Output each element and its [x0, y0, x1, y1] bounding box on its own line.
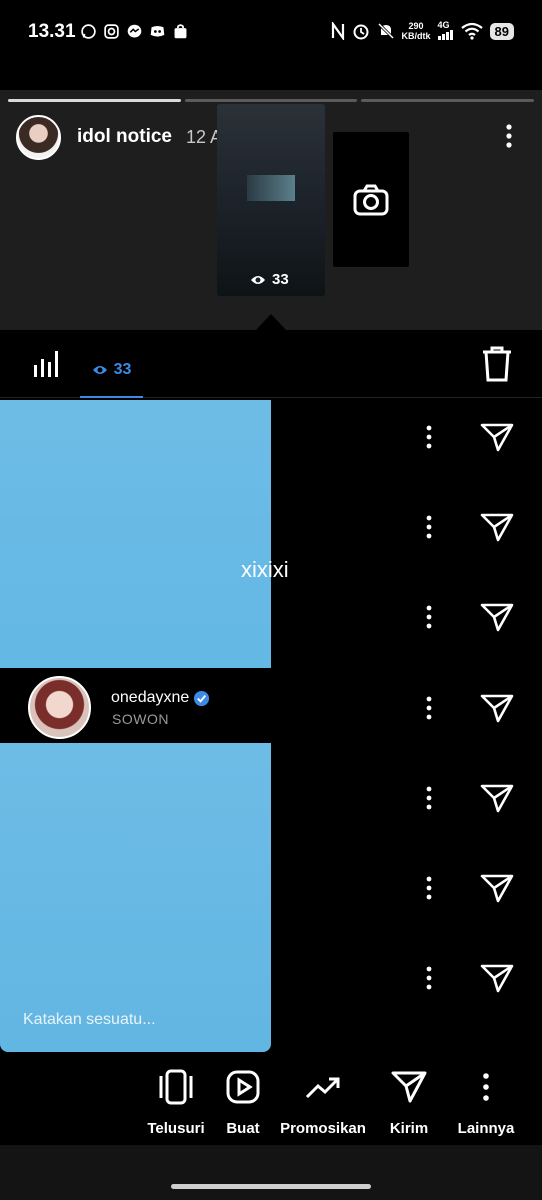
tab-viewers[interactable]: 33	[80, 344, 143, 398]
row-send-icon[interactable]	[480, 422, 514, 452]
shop-icon	[174, 24, 187, 39]
thumbnail-views-value: 33	[272, 271, 289, 288]
thumbnail-view-count: 33	[250, 271, 289, 288]
reply-avatar[interactable]	[28, 676, 91, 739]
row-more-icon[interactable]	[422, 424, 436, 450]
row-send-icon[interactable]	[480, 873, 514, 903]
story-avatar[interactable]	[16, 115, 61, 160]
action-promote-label: Promosikan	[280, 1120, 366, 1137]
network-speed: 290 KB/dtk	[402, 21, 431, 41]
status-bar: 13.31 290 KB/dtk 4G 89	[0, 0, 542, 66]
viewer-row-actions	[410, 506, 532, 546]
row-send-icon[interactable]	[480, 602, 514, 632]
alarm-icon	[353, 24, 369, 40]
trend-icon	[305, 1077, 340, 1099]
row-more-icon[interactable]	[422, 965, 436, 991]
more-icon	[483, 1073, 489, 1101]
send-icon	[391, 1071, 427, 1103]
action-more-label: Lainnya	[457, 1120, 515, 1137]
eye-icon	[92, 366, 107, 374]
browse-icon	[159, 1069, 193, 1105]
action-create[interactable]: Buat	[198, 1068, 288, 1137]
viewer-row-actions	[410, 596, 532, 636]
reply-preview-top[interactable]	[0, 400, 271, 668]
reply-message-text: xixixi	[241, 557, 289, 582]
create-icon	[226, 1070, 260, 1104]
network-speed-unit: KB/dtk	[401, 31, 431, 41]
viewer-row-actions	[410, 957, 532, 997]
mute-icon	[377, 22, 394, 40]
progress-segment	[361, 99, 535, 102]
row-send-icon[interactable]	[480, 693, 514, 723]
nfc-icon	[331, 22, 344, 40]
verified-badge-icon	[194, 690, 210, 706]
mobile-network: 4G	[437, 20, 454, 42]
action-more[interactable]: Lainnya	[441, 1068, 531, 1137]
row-more-icon[interactable]	[422, 875, 436, 901]
viewer-row-actions	[410, 777, 532, 817]
network-speed-value: 290	[408, 21, 424, 31]
status-time: 13.31	[28, 21, 76, 42]
more-options-icon[interactable]	[498, 122, 520, 150]
story-thumbnail-content	[247, 167, 295, 219]
network-type: 4G	[437, 20, 450, 30]
eye-icon	[251, 275, 265, 284]
reply-input[interactable]: Katakan sesuatu...	[23, 1011, 156, 1029]
story-progress	[8, 99, 535, 102]
action-promote[interactable]: Promosikan	[278, 1068, 368, 1137]
progress-segment	[184, 99, 358, 102]
story-username[interactable]: idol notice	[77, 126, 172, 148]
row-send-icon[interactable]	[480, 512, 514, 542]
row-send-icon[interactable]	[480, 783, 514, 813]
messenger-icon	[127, 24, 142, 38]
instagram-icon	[104, 24, 119, 39]
whatsapp-icon	[81, 24, 96, 39]
row-send-icon[interactable]	[480, 963, 514, 993]
navigation-strip	[0, 1145, 542, 1200]
action-create-label: Buat	[226, 1120, 260, 1137]
viewer-row-actions	[410, 867, 532, 907]
viewer-row-actions	[410, 687, 532, 727]
discord-icon	[150, 25, 165, 37]
progress-segment	[8, 99, 181, 102]
reply-subtitle: SOWON	[112, 711, 169, 727]
selection-caret	[256, 314, 286, 330]
battery-level: 89	[489, 22, 514, 40]
insights-icon[interactable]	[34, 351, 58, 377]
reply-username: onedayxne	[111, 689, 190, 706]
signal-icon	[437, 30, 453, 40]
reply-preview-bottom[interactable]	[0, 743, 271, 1052]
viewer-row-actions	[410, 416, 532, 456]
camera-icon[interactable]	[353, 183, 389, 217]
system-status-icons: 290 KB/dtk 4G 89	[331, 20, 514, 42]
row-more-icon[interactable]	[422, 695, 436, 721]
reply-author[interactable]: onedayxne	[111, 689, 210, 707]
thumbnail-image	[247, 175, 295, 201]
wifi-icon	[460, 22, 483, 40]
row-more-icon[interactable]	[422, 785, 436, 811]
delete-icon[interactable]	[481, 346, 513, 382]
row-more-icon[interactable]	[422, 604, 436, 630]
viewers-count: 33	[113, 361, 132, 378]
notification-icons	[80, 23, 189, 40]
row-more-icon[interactable]	[422, 514, 436, 540]
home-indicator[interactable]	[171, 1184, 371, 1189]
